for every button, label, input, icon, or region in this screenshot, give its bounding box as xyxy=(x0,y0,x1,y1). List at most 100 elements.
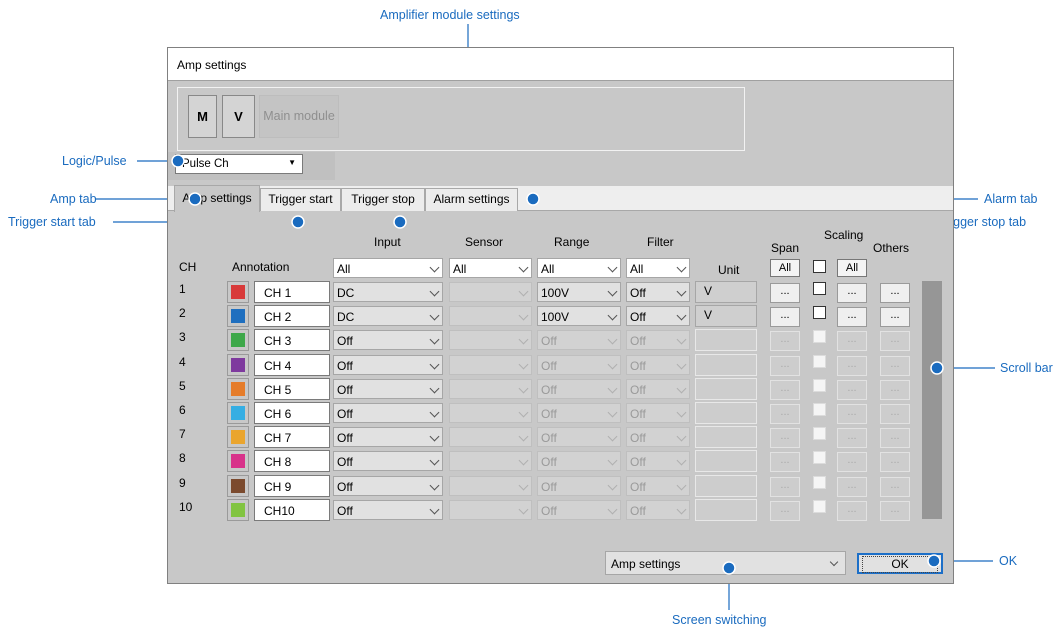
channel-filter-select[interactable]: Off xyxy=(626,282,690,302)
channel-input-select[interactable]: Off xyxy=(333,330,443,350)
chevron-down-icon xyxy=(429,504,440,515)
channel-filter-select[interactable]: Off xyxy=(626,306,690,326)
chevron-down-icon xyxy=(518,480,529,491)
logic-pulse-select[interactable]: Pulse Ch ▼ xyxy=(175,154,303,174)
scaling-settings-button[interactable]: ... xyxy=(837,283,867,303)
channel-input-value: DC xyxy=(337,310,355,324)
scaling-checkbox[interactable] xyxy=(813,282,826,295)
channel-annotation-field[interactable]: CH 7 xyxy=(254,426,330,448)
scaling-settings-button[interactable]: ... xyxy=(837,307,867,327)
channel-input-select[interactable]: DC xyxy=(333,306,443,326)
channel-color-button[interactable] xyxy=(227,475,249,497)
channel-annotation-field[interactable]: CH 6 xyxy=(254,402,330,424)
span-settings-button[interactable]: ... xyxy=(770,307,800,327)
channel-input-select[interactable]: Off xyxy=(333,355,443,375)
channel-filter-value: Off xyxy=(630,431,646,445)
chevron-down-icon xyxy=(429,455,440,466)
channel-filter-select: Off xyxy=(626,403,690,423)
channel-annotation-field[interactable]: CH10 xyxy=(254,499,330,521)
channel-input-select[interactable]: Off xyxy=(333,379,443,399)
chevron-down-icon xyxy=(829,557,839,567)
scaling-settings-button: ... xyxy=(837,404,867,424)
others-settings-button[interactable]: ... xyxy=(880,283,910,303)
channel-unit-field xyxy=(695,450,757,472)
channel-color-button[interactable] xyxy=(227,402,249,424)
others-settings-button[interactable]: ... xyxy=(880,307,910,327)
channel-number: 1 xyxy=(179,282,186,296)
span-settings-button: ... xyxy=(770,356,800,376)
scroll-bar[interactable] xyxy=(922,281,942,519)
channel-input-value: Off xyxy=(337,359,353,373)
scaling-settings-button: ... xyxy=(837,380,867,400)
sensor-all-select[interactable]: All xyxy=(449,258,532,278)
channel-unit-field[interactable]: V xyxy=(695,281,757,303)
channel-annotation-field[interactable]: CH 5 xyxy=(254,378,330,400)
input-all-select[interactable]: All xyxy=(333,258,443,278)
chevron-down-icon xyxy=(518,504,529,515)
scaling-all-checkbox[interactable] xyxy=(813,260,826,273)
span-all-button[interactable]: All xyxy=(770,259,800,277)
channel-annotation-field[interactable]: CH 8 xyxy=(254,450,330,472)
channel-input-select[interactable]: Off xyxy=(333,427,443,447)
others-settings-button: ... xyxy=(880,380,910,400)
tab-trigger-start[interactable]: Trigger start xyxy=(260,188,341,211)
chevron-down-icon xyxy=(429,383,440,394)
input-all-value: All xyxy=(337,262,351,276)
range-all-select[interactable]: All xyxy=(537,258,621,278)
channel-sensor-select xyxy=(449,330,532,350)
span-settings-button[interactable]: ... xyxy=(770,283,800,303)
channel-color-button[interactable] xyxy=(227,329,249,351)
channel-color-button[interactable] xyxy=(227,354,249,376)
channel-input-select[interactable]: Off xyxy=(333,451,443,471)
tab-trigger-stop[interactable]: Trigger stop xyxy=(341,188,425,211)
chevron-down-icon xyxy=(676,262,687,273)
channel-annotation-field[interactable]: CH 4 xyxy=(254,354,330,376)
channel-range-select[interactable]: 100V xyxy=(537,282,621,302)
channel-color-button[interactable] xyxy=(227,450,249,472)
channel-input-select[interactable]: DC xyxy=(333,282,443,302)
channel-range-select[interactable]: 100V xyxy=(537,306,621,326)
chevron-down-icon xyxy=(676,407,687,418)
filter-all-value: All xyxy=(630,262,644,276)
filter-all-select[interactable]: All xyxy=(626,258,690,278)
channel-color-button[interactable] xyxy=(227,378,249,400)
channel-input-select[interactable]: Off xyxy=(333,476,443,496)
channel-color-button[interactable] xyxy=(227,305,249,327)
channel-annotation-field[interactable]: CH 9 xyxy=(254,475,330,497)
channel-input-select[interactable]: Off xyxy=(333,500,443,520)
chevron-down-icon xyxy=(607,359,618,370)
channel-color-button[interactable] xyxy=(227,281,249,303)
others-settings-button: ... xyxy=(880,356,910,376)
channel-color-button[interactable] xyxy=(227,499,249,521)
screen-switch-select[interactable]: Amp settings xyxy=(605,551,846,575)
tab-alarm-settings[interactable]: Alarm settings xyxy=(425,188,518,211)
chevron-down-icon xyxy=(676,455,687,466)
channel-annotation-field[interactable]: CH 1 xyxy=(254,281,330,303)
module-v-button[interactable]: V xyxy=(222,95,255,138)
channel-color-button[interactable] xyxy=(227,426,249,448)
ok-button[interactable]: OK xyxy=(857,553,943,574)
tab-amp-settings[interactable]: Amp settings xyxy=(174,185,260,212)
others-settings-button: ... xyxy=(880,331,910,351)
channel-unit-field xyxy=(695,475,757,497)
chevron-down-icon xyxy=(429,431,440,442)
header-sensor: Sensor xyxy=(465,235,504,249)
amp-settings-dialog: Amp settings M V Main module Pulse Ch ▼ … xyxy=(167,47,954,584)
channel-input-value: Off xyxy=(337,383,353,397)
channel-unit-field[interactable]: V xyxy=(695,305,757,327)
module-m-button[interactable]: M xyxy=(188,95,217,138)
channel-annotation-field[interactable]: CH 2 xyxy=(254,305,330,327)
channel-annotation-field[interactable]: CH 3 xyxy=(254,329,330,351)
channel-number: 10 xyxy=(179,500,193,514)
chevron-down-icon xyxy=(518,334,529,345)
chevron-down-icon xyxy=(429,480,440,491)
scaling-all-button[interactable]: All xyxy=(837,259,867,277)
others-settings-button: ... xyxy=(880,404,910,424)
chevron-down-icon xyxy=(676,286,687,297)
annotation-trigger-start-tab: Trigger start tab xyxy=(8,215,96,229)
channel-input-select[interactable]: Off xyxy=(333,403,443,423)
chevron-down-icon xyxy=(607,455,618,466)
main-module-button[interactable]: Main module xyxy=(259,95,339,138)
scaling-checkbox[interactable] xyxy=(813,306,826,319)
channel-number: 8 xyxy=(179,451,186,465)
